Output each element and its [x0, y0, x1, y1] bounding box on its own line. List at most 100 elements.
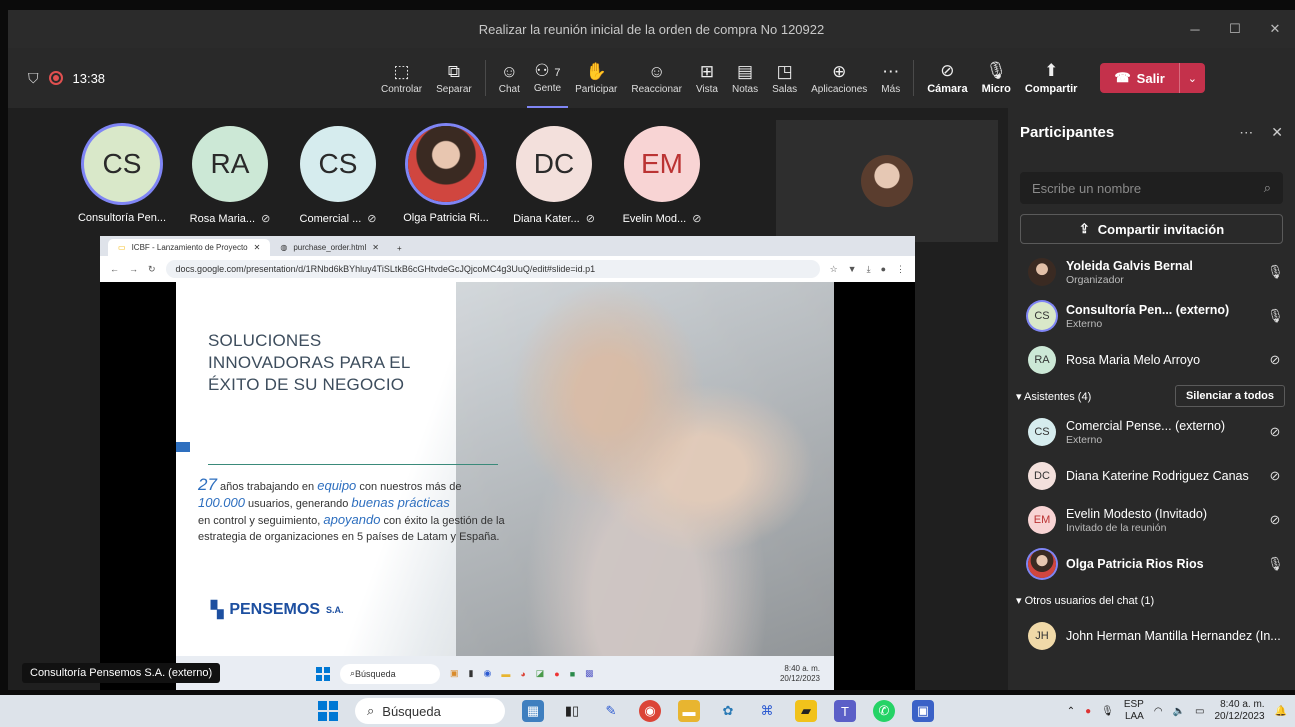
other-users-section-header[interactable]: ▾ Otros usuarios del chat (1) — [1008, 586, 1295, 614]
task-view-icon[interactable]: ▮▯ — [561, 700, 583, 722]
meeting-title: Realizar la reunión inicial de la orden … — [478, 21, 825, 37]
chevron-down-icon[interactable]: ⌄ — [1178, 63, 1205, 93]
microphone-icon[interactable]: 🎙 — [1101, 706, 1114, 717]
participant-video — [861, 155, 913, 207]
address-bar[interactable]: docs.google.com/presentation/d/1RNbd6kBY… — [165, 260, 820, 278]
panel-title: Participantes — [1020, 123, 1115, 141]
app-icon: ◉ — [483, 668, 492, 678]
logo-mark-icon: ▚ — [211, 602, 224, 619]
participant-row[interactable]: Yoleida Galvis Bernal Organizador 🎙 — [1008, 250, 1295, 294]
participant-row[interactable]: JH John Herman Mantilla Hernandez (In... — [1008, 614, 1295, 658]
participant-tile[interactable]: CS Comercial ... ⊘ — [284, 126, 392, 225]
participant-row[interactable]: DC Diana Katerine Rodriguez Canas ⊘ — [1008, 454, 1295, 498]
app-icon[interactable]: ✿ — [717, 700, 739, 722]
participant-tile[interactable]: RA Rosa Maria... ⊘ — [176, 126, 284, 225]
teams-icon[interactable]: T — [834, 700, 856, 722]
share-screen-icon: ⬆ — [1044, 61, 1059, 80]
widgets-icon[interactable]: ▦ — [522, 700, 544, 722]
search-input[interactable] — [1032, 180, 1232, 196]
raise-hand-button[interactable]: ✋ Participar — [568, 48, 624, 108]
browser-tab[interactable]: ▭ ICBF - Lanzamiento de Proyecto ✕ — [108, 239, 271, 256]
more-button[interactable]: ⋯ Más — [874, 48, 907, 108]
mute-all-button[interactable]: Silenciar a todos — [1174, 385, 1285, 407]
microphone-icon: 🎙 — [985, 61, 1008, 80]
app-icon[interactable]: ⌘ — [756, 700, 778, 722]
leave-button[interactable]: ☎ Salir ⌄ — [1100, 63, 1205, 93]
participant-tile[interactable]: Olga Patricia Ri... — [392, 126, 500, 225]
notes-button[interactable]: ▤ Notas — [725, 48, 765, 108]
participant-tile[interactable]: CS Consultoría Pen... — [68, 126, 176, 225]
separate-button[interactable]: ⧉ Separar — [429, 48, 479, 108]
add-icon: ⊕ — [832, 61, 847, 81]
participant-list: Yoleida Galvis Bernal Organizador 🎙 CS Co… — [1008, 250, 1295, 658]
close-icon[interactable]: ✕ — [1255, 10, 1295, 48]
camera-button[interactable]: ⊘ Cámara — [920, 48, 974, 108]
browser-tab[interactable]: ◍ purchase_order.html ✕ — [270, 239, 389, 256]
participant-row[interactable]: RA Rosa Maria Melo Arroyo ⊘ — [1008, 338, 1295, 382]
star-icon[interactable]: ☆ — [830, 264, 838, 275]
slide-rule — [208, 464, 498, 465]
taskbar-search[interactable]: ⌕ Búsqueda — [355, 698, 505, 724]
reload-icon[interactable]: ↻ — [148, 264, 156, 275]
folder-icon[interactable]: ▬ — [678, 700, 700, 722]
more-icon: ⋯ — [882, 61, 900, 81]
minimize-icon[interactable]: ─ — [1175, 10, 1215, 48]
avatar-photo — [1028, 258, 1056, 286]
start-button[interactable] — [318, 701, 338, 721]
avatar: CS — [1028, 418, 1056, 446]
chevron-up-icon[interactable]: ⌃ — [1067, 706, 1075, 717]
avatar: CS — [84, 126, 160, 202]
close-icon[interactable]: ✕ — [254, 243, 261, 252]
camera-off-icon: ⊘ — [940, 61, 955, 80]
clock[interactable]: 8:40 a. m. 20/12/2023 — [1214, 699, 1264, 723]
control-button[interactable]: ⬚ Controlar — [374, 48, 429, 108]
volume-icon[interactable]: 🔈 — [1173, 706, 1185, 717]
download-icon[interactable]: ⤓ — [867, 264, 871, 275]
maximize-icon[interactable]: ☐ — [1215, 10, 1255, 48]
participant-row[interactable]: CS Comercial Pense... (externo) Externo ⊘ — [1008, 410, 1295, 454]
participant-row[interactable]: CS Consultoría Pen... (externo) Externo 🎙 — [1008, 294, 1295, 338]
menu-icon[interactable]: ⋮ — [896, 264, 905, 275]
people-button[interactable]: ⚇ 7 Gente — [526, 48, 569, 108]
back-icon[interactable]: ← — [110, 264, 119, 274]
profile-icon[interactable]: ● — [881, 264, 886, 274]
share-button[interactable]: ⬆ Compartir — [1018, 48, 1085, 108]
chat-button[interactable]: ☺ Chat — [492, 48, 527, 108]
whatsapp-icon[interactable]: ✆ — [873, 700, 895, 722]
app-icon[interactable]: ▰ — [795, 700, 817, 722]
participant-search: ⌕ — [1020, 172, 1283, 204]
participant-tile[interactable]: EM Evelin Mod... ⊘ — [608, 126, 716, 225]
extension-icon[interactable]: ▼ — [848, 264, 857, 274]
new-tab-icon[interactable]: + — [389, 244, 410, 256]
participant-name: Diana Kater... — [513, 212, 580, 225]
wifi-icon[interactable]: ◠ — [1154, 706, 1163, 717]
more-icon[interactable]: ⋯ — [1239, 124, 1253, 141]
chrome-icon: ◕ — [520, 668, 526, 679]
react-button[interactable]: ☺ Reaccionar — [624, 48, 689, 108]
participant-tile[interactable]: DC Diana Kater... ⊘ — [500, 126, 608, 225]
mic-button[interactable]: 🎙 Micro — [975, 48, 1018, 108]
close-icon[interactable]: ✕ — [372, 243, 379, 252]
participant-row[interactable]: Olga Patricia Rios Rios 🎙 — [1008, 542, 1295, 586]
forward-icon[interactable]: → — [129, 264, 138, 274]
attendees-section-header[interactable]: ▾ Asistentes (4) Silenciar a todos — [1008, 382, 1295, 410]
notification-bell-icon[interactable]: 🔔 — [1275, 706, 1287, 717]
apps-button[interactable]: ⊕ Aplicaciones — [804, 48, 874, 108]
rooms-button[interactable]: ◳ Salas — [765, 48, 804, 108]
app-icon[interactable]: ✎ — [600, 700, 622, 722]
view-button[interactable]: ⊞ Vista — [689, 48, 725, 108]
recording-icon — [48, 71, 63, 85]
battery-icon[interactable]: ▭ — [1195, 706, 1204, 717]
chrome-icon[interactable]: ◉ — [639, 700, 661, 722]
close-icon[interactable]: ✕ — [1271, 124, 1283, 141]
app-icon[interactable]: ▣ — [912, 700, 934, 722]
share-invite-button[interactable]: ⇪ Compartir invitación — [1020, 214, 1283, 244]
app-icon: ◪ — [535, 668, 545, 678]
chevron-down-icon: ▾ — [1016, 594, 1025, 607]
self-video-tile[interactable] — [776, 120, 998, 242]
chevron-down-icon: ▾ — [1016, 390, 1024, 403]
app-tray-icon[interactable]: ● — [1085, 706, 1091, 717]
participant-row[interactable]: EM Evelin Modesto (Invitado) Invitado de … — [1008, 498, 1295, 542]
shared-clock: 8:40 a. m. 20/12/2023 — [779, 663, 820, 683]
language-indicator[interactable]: ESP LAA — [1124, 699, 1144, 723]
